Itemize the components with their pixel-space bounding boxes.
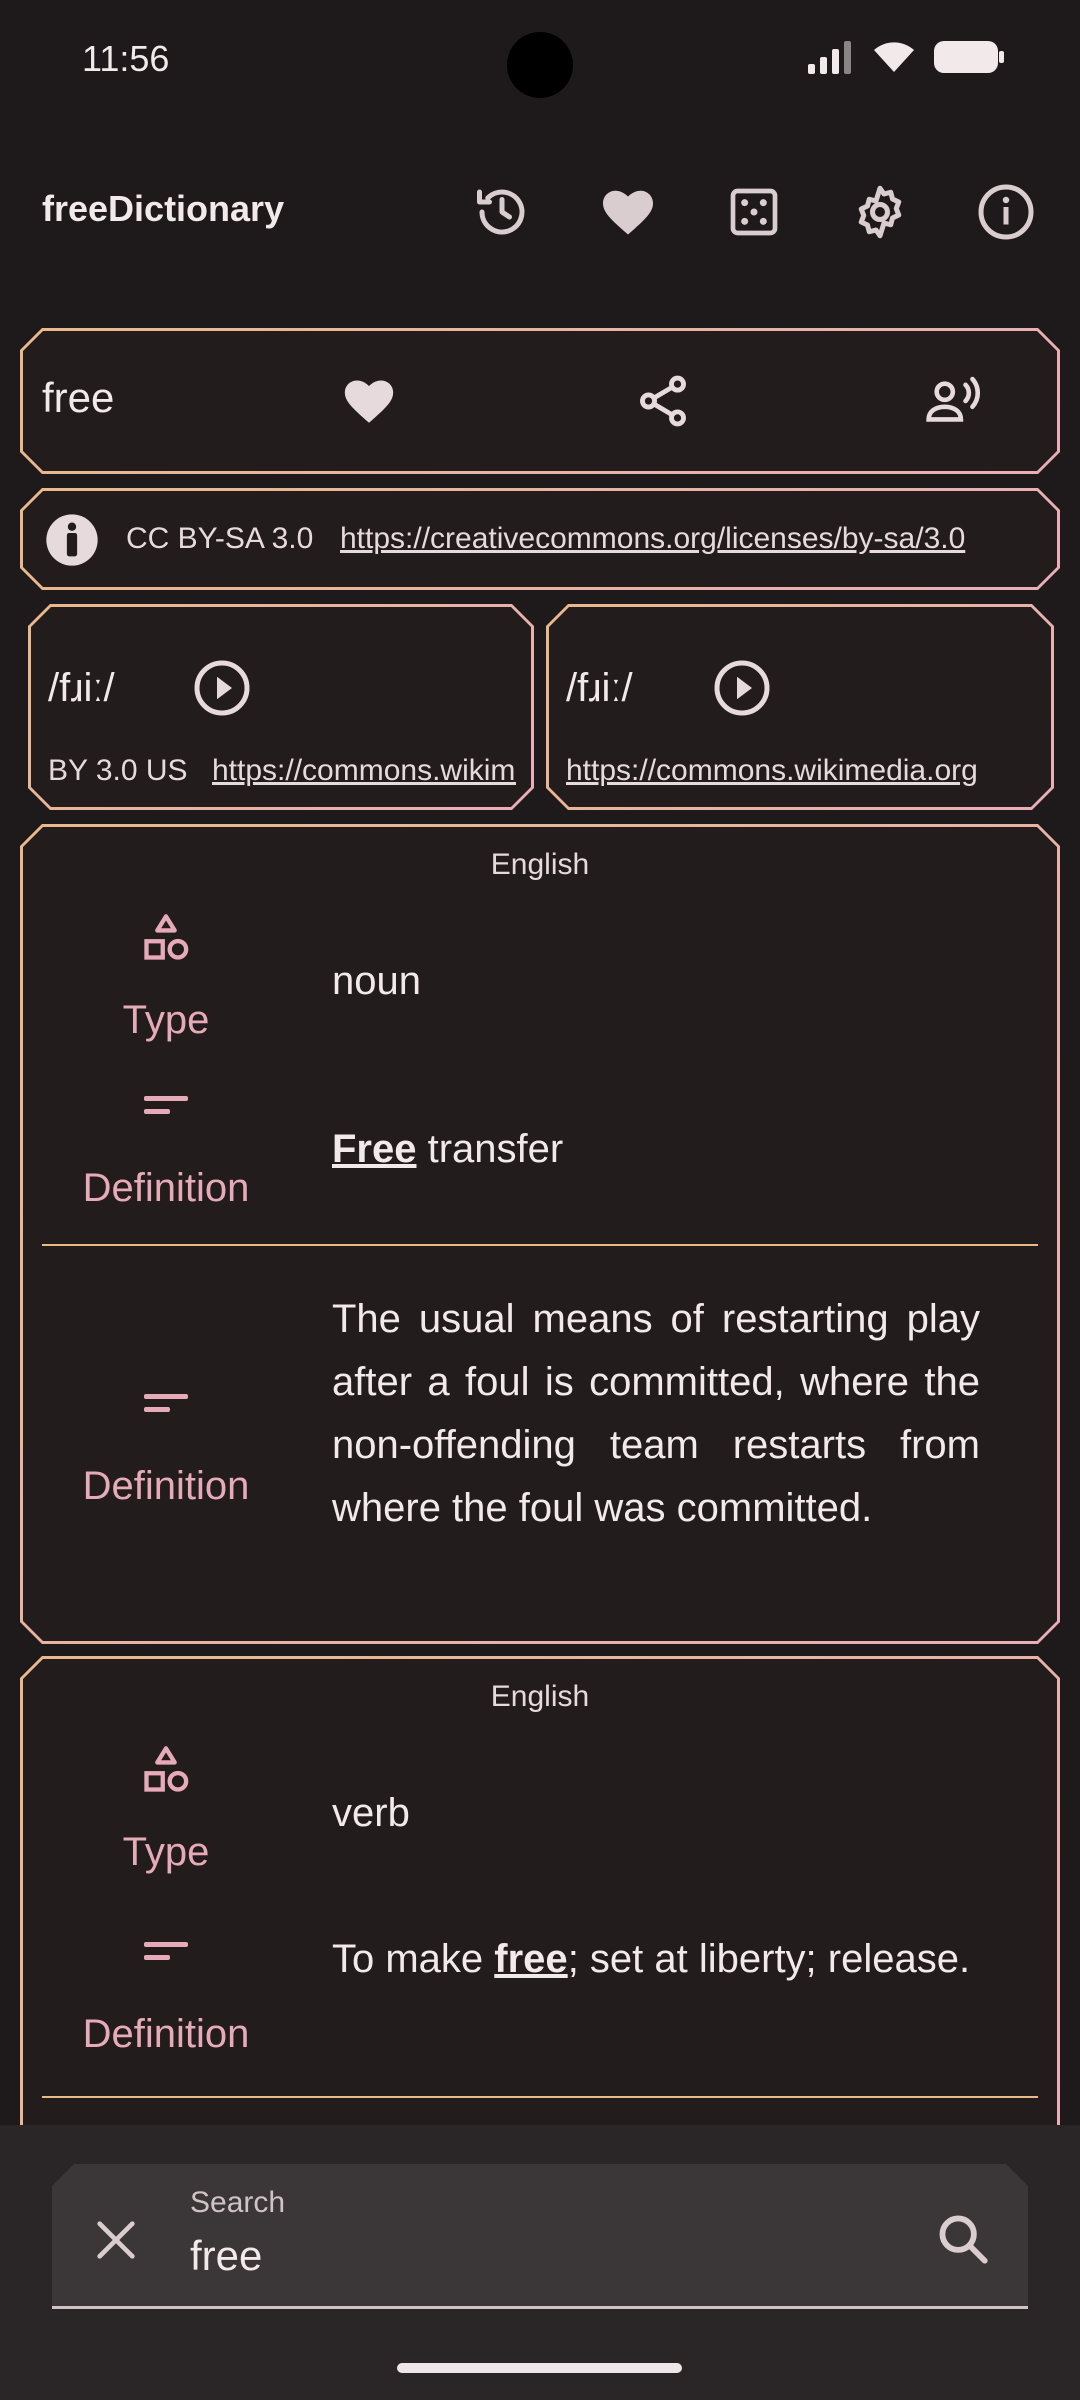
word-card — [20, 328, 1060, 474]
clear-search-icon[interactable] — [88, 2212, 144, 2268]
share-icon[interactable] — [634, 372, 692, 430]
license-name: CC BY-SA 3.0 — [126, 522, 314, 555]
info-icon[interactable] — [970, 176, 1042, 248]
phonetic-text-2: /fɹiː/ — [566, 666, 633, 710]
phonetic-link-2[interactable]: https://commons.wikimedia.org — [566, 754, 1036, 788]
type-label: Type — [122, 998, 210, 1042]
divider — [42, 2096, 1038, 2098]
favorites-heart-icon[interactable] — [592, 176, 664, 248]
wifi-icon — [874, 42, 914, 72]
license-info-icon — [44, 512, 100, 568]
gear-icon[interactable] — [844, 176, 916, 248]
definition-text: Free transfer — [332, 1127, 564, 1171]
meaning-card-verb — [20, 1656, 1060, 2176]
app-title: freeDictionary — [42, 188, 285, 229]
definition-icon — [142, 1092, 190, 1120]
type-value: noun — [332, 959, 421, 1003]
definition-icon — [142, 1938, 190, 1966]
phonetic-license-1: BY 3.0 US — [48, 754, 188, 787]
search-value[interactable]: free — [190, 2232, 262, 2280]
type-label: Type — [122, 1830, 210, 1874]
definition-text: The usual means of restarting play after… — [332, 1297, 980, 1530]
status-icons — [806, 40, 1006, 74]
status-time: 11:56 — [82, 38, 170, 79]
definition-keyword: Free — [332, 1127, 417, 1171]
search-underline — [52, 2306, 1028, 2309]
camera-cutout — [507, 32, 573, 98]
phonetic-text-1: /fɹiː/ — [48, 666, 115, 710]
dice-icon[interactable] — [718, 176, 790, 248]
play-audio-icon-2[interactable] — [712, 658, 772, 718]
history-icon[interactable] — [466, 176, 538, 248]
favorite-heart-icon[interactable] — [340, 372, 398, 430]
definition-keyword: free — [494, 1937, 568, 1981]
shapes-icon — [140, 912, 192, 964]
language-label: English — [490, 848, 590, 881]
definition-text: To make free; set at liberty; release. — [332, 1937, 971, 1981]
definition-icon — [142, 1390, 190, 1418]
shapes-icon — [140, 1744, 192, 1796]
type-value: verb — [332, 1791, 410, 1835]
battery-icon — [934, 41, 1004, 73]
home-indicator[interactable] — [397, 2363, 682, 2373]
search-label: Search — [190, 2186, 286, 2219]
play-audio-icon-1[interactable] — [192, 658, 252, 718]
signal-icon — [808, 41, 851, 74]
voice-icon[interactable] — [924, 372, 984, 430]
language-label: English — [490, 1680, 590, 1713]
definition-label: Definition — [82, 2012, 250, 2056]
definition-label: Definition — [82, 1464, 250, 1508]
word-title: free — [42, 374, 115, 421]
definition-label: Definition — [82, 1166, 250, 1210]
license-link[interactable]: https://creativecommons.org/licenses/by-… — [340, 522, 1040, 556]
search-icon[interactable] — [934, 2210, 992, 2268]
phonetic-link-1[interactable]: https://commons.wikimedia.org — [212, 754, 516, 788]
divider — [42, 1244, 1038, 1246]
